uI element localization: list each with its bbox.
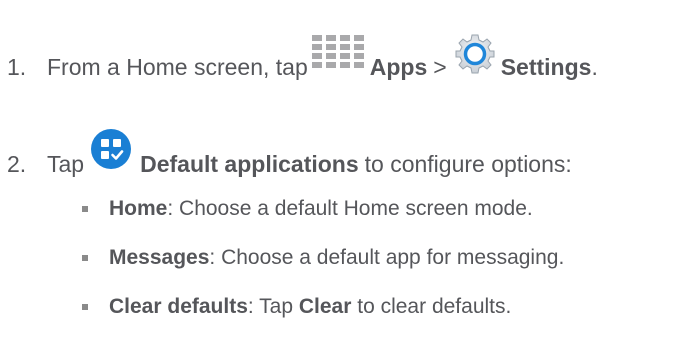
step-number: 2. xyxy=(7,151,27,177)
default-applications-label: Default applications xyxy=(140,151,359,177)
bullet-icon xyxy=(82,255,88,261)
step-number: 1. xyxy=(7,54,27,80)
separator: > xyxy=(433,54,447,80)
clear-action-label: Clear xyxy=(298,295,352,318)
option-description: : Choose a default app for messaging. xyxy=(209,246,565,269)
option-description-end: to clear defaults. xyxy=(351,295,512,318)
step-2: 2. Tap Default applications to configure… xyxy=(0,129,572,188)
apps-grid-icon xyxy=(311,35,364,75)
list-item-home: Home : Choose a default Home screen mode… xyxy=(82,196,564,222)
instructions-page: 1. From a Home screen, tap Apps > Settin… xyxy=(0,0,694,339)
option-description: : Choose a default Home screen mode. xyxy=(167,197,533,220)
step-text-after: to configure options: xyxy=(364,151,572,177)
list-item-clear-defaults: Clear defaults : Tap Clear to clear defa… xyxy=(82,294,564,320)
option-term: Home xyxy=(109,197,168,220)
settings-label: Settings xyxy=(500,54,592,80)
options-list: Home : Choose a default Home screen mode… xyxy=(82,196,564,343)
option-description: : Tap xyxy=(247,295,299,318)
option-term: Messages xyxy=(109,246,210,269)
default-applications-icon xyxy=(90,128,132,176)
step-1: 1. From a Home screen, tap Apps > Settin… xyxy=(0,34,598,90)
list-item-messages: Messages : Choose a default app for mess… xyxy=(82,245,564,271)
apps-label: Apps xyxy=(369,54,428,80)
bullet-icon xyxy=(82,304,88,310)
step-end: . xyxy=(591,54,598,80)
step-text: Tap xyxy=(47,151,85,177)
option-term: Clear defaults xyxy=(109,295,248,318)
gear-icon xyxy=(455,34,495,80)
bullet-icon xyxy=(82,206,88,212)
step-text: From a Home screen, tap xyxy=(47,54,308,80)
